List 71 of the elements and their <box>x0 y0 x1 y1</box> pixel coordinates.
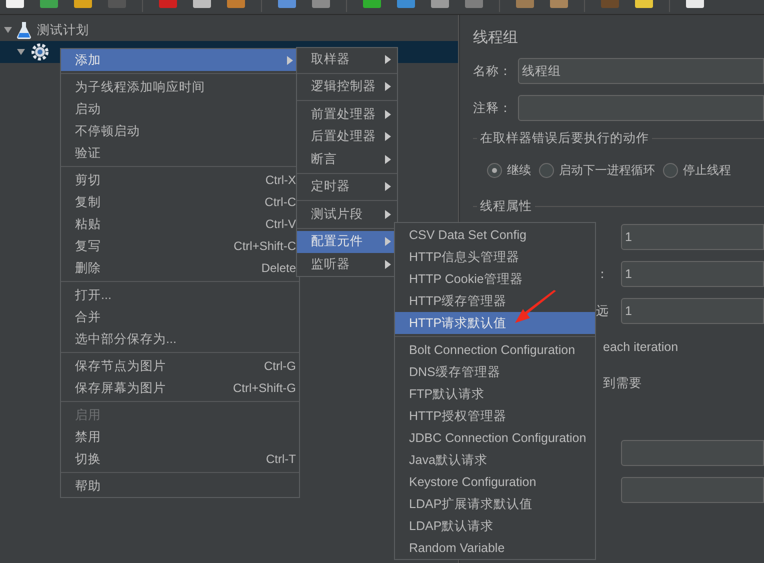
panel-title: 线程组 <box>473 28 519 48</box>
menu-item[interactable]: 验证 <box>61 142 299 164</box>
radio-button[interactable] <box>539 162 554 178</box>
menu-item[interactable]: HTTP请求默认值 <box>395 312 595 334</box>
menu-item[interactable]: Keystore Configuration <box>395 471 595 493</box>
menu-item[interactable]: Bolt Connection Configuration <box>395 339 595 361</box>
menu-item[interactable]: 保存节点为图片 Ctrl-G <box>61 355 299 377</box>
menu-item[interactable]: 前置处理器 <box>297 103 397 126</box>
menu-item[interactable]: 不停顿启动 <box>61 120 299 142</box>
tree-row[interactable]: 测试计划 <box>0 19 458 41</box>
field-label: ： <box>596 266 609 283</box>
expand-triangle-icon[interactable] <box>17 49 25 55</box>
comment-field[interactable] <box>518 95 764 121</box>
menu-item[interactable]: HTTP信息头管理器 <box>395 246 595 268</box>
menu-item[interactable]: 切换 Ctrl-T <box>61 448 299 470</box>
menu-item[interactable]: FTP默认请求 <box>395 383 595 405</box>
menu-item[interactable]: 取样器 <box>297 48 397 70</box>
field-label: 名称： <box>473 62 513 80</box>
menu-item[interactable]: 后置处理器 <box>297 126 397 148</box>
menu-item[interactable]: 为子线程添加响应时间 <box>61 76 299 98</box>
menu-item[interactable]: 删除 Delete <box>61 257 299 279</box>
menu-item[interactable]: HTTP Cookie管理器 <box>395 268 595 290</box>
menu-item[interactable]: 帮助 <box>61 475 299 497</box>
menu-item[interactable]: 合并 <box>61 306 299 328</box>
group-title: 线程属性 <box>479 198 533 215</box>
text-field[interactable] <box>621 440 764 466</box>
expand-triangle-icon[interactable] <box>4 27 12 33</box>
name-field[interactable]: 线程组 <box>518 58 764 84</box>
radio-label: 继续 <box>507 162 531 179</box>
menu-item[interactable]: LDAP扩展请求默认值 <box>395 493 595 515</box>
text-field[interactable] <box>621 476 764 502</box>
menu-item[interactable]: CSV Data Set Config <box>395 224 595 246</box>
menu-item[interactable]: 逻辑控制器 <box>297 76 397 98</box>
menu-item[interactable]: 配置元件 <box>297 230 397 253</box>
menu-item[interactable]: 打开... <box>61 284 299 306</box>
group-title: 在取样器错误后要执行的动作 <box>479 130 650 147</box>
radio-button[interactable] <box>663 162 678 178</box>
menu-item[interactable]: Java默认请求 <box>395 449 595 471</box>
menu-item[interactable]: 剪切 Ctrl-X <box>61 169 299 191</box>
radio-label: 启动下一进程循环 <box>559 162 655 179</box>
number-field[interactable]: 1 <box>621 224 764 250</box>
radio-label: 停止线程 <box>683 162 731 179</box>
menu-item[interactable]: 保存屏幕为图片 Ctrl+Shift-G <box>61 377 299 399</box>
number-field[interactable]: 1 <box>621 298 764 324</box>
option-label: each iteration <box>603 339 678 356</box>
gear-icon <box>31 43 49 61</box>
menu-item[interactable]: 断言 <box>297 148 397 170</box>
menu-item[interactable]: 测试片段 <box>297 203 397 226</box>
field-label: 注释： <box>473 100 513 117</box>
menu-item[interactable]: 粘贴 Ctrl-V <box>61 213 299 235</box>
flask-icon <box>17 22 31 38</box>
menu-item[interactable]: 禁用 <box>61 426 299 448</box>
menu-item[interactable]: 添加 <box>61 49 299 71</box>
menu-item[interactable]: LDAP默认请求 <box>395 515 595 537</box>
menu-item[interactable]: JDBC Connection Configuration <box>395 427 595 449</box>
option-label: 到需要 <box>603 374 642 392</box>
menu-item[interactable]: 监听器 <box>297 253 397 276</box>
menu-item[interactable]: 复制 Ctrl-C <box>61 191 299 213</box>
pointer-arrow <box>515 290 557 324</box>
menu-item[interactable]: 复写 Ctrl+Shift-C <box>61 235 299 257</box>
menu-item[interactable]: HTTP授权管理器 <box>395 405 595 427</box>
menu-item[interactable]: 定时器 <box>297 176 397 198</box>
number-field[interactable]: 1 <box>621 261 764 287</box>
tree-label: 测试计划 <box>37 22 89 39</box>
menu-item[interactable]: 启动 <box>61 98 299 120</box>
menu-item[interactable]: 选中部分保存为... <box>61 328 299 350</box>
menu-item[interactable]: HTTP缓存管理器 <box>395 290 595 312</box>
field-label: 远 <box>596 302 609 320</box>
radio-button[interactable] <box>487 162 502 178</box>
menu-item[interactable]: DNS缓存管理器 <box>395 361 595 383</box>
menu-item[interactable]: Random Variable <box>395 537 595 559</box>
